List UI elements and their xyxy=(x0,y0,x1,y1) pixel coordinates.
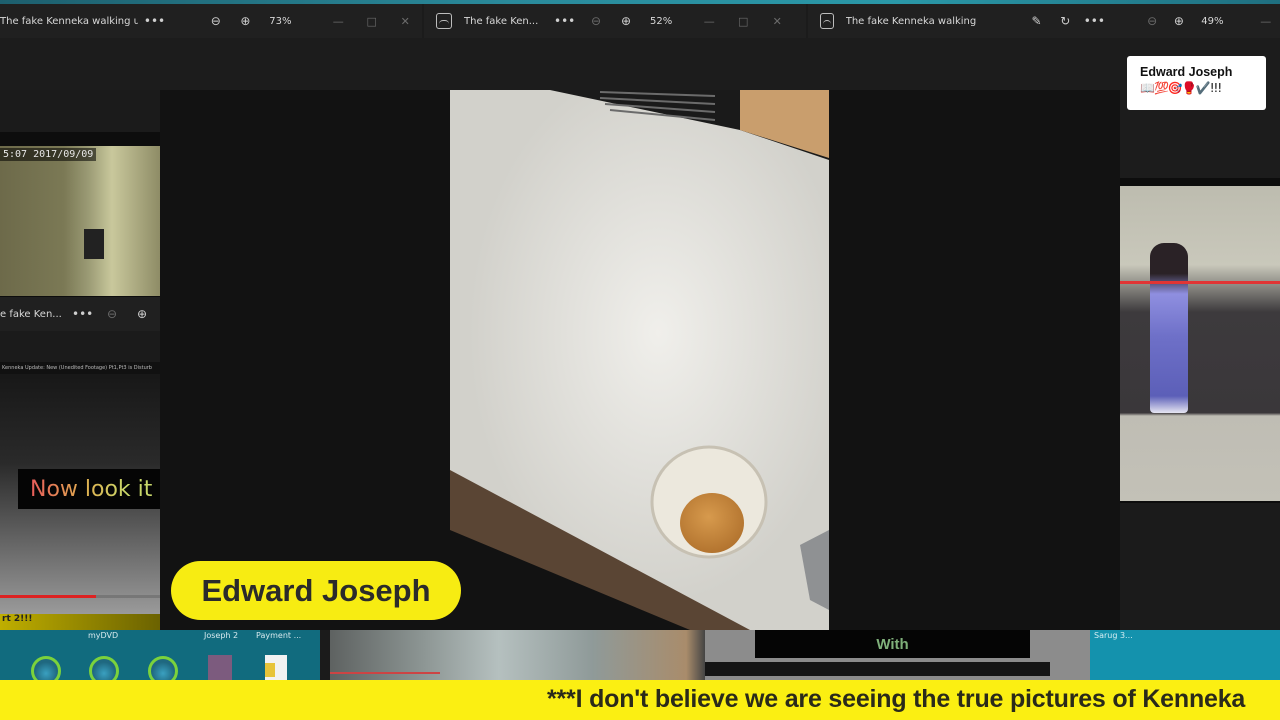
red-guide-line xyxy=(1120,281,1280,284)
hallway-image xyxy=(1120,186,1280,501)
more-options-icon[interactable]: ••• xyxy=(72,307,93,321)
desktop-label: myDVD xyxy=(88,631,119,640)
video-title: Kenneka Update: New (Unedited Footage) P… xyxy=(0,362,160,374)
photos-app-icon xyxy=(436,13,452,29)
zoom-in-icon[interactable]: ⊕ xyxy=(1170,14,1187,28)
zoom-in-icon[interactable]: ⊕ xyxy=(236,14,256,28)
rotate-icon[interactable]: ↻ xyxy=(1057,14,1074,28)
photo-viewer-titlebar-1[interactable]: The fake Kenneka walking u... ••• ⊖ ⊕ 73… xyxy=(0,4,422,38)
name-overlay-pill: Edward Joseph xyxy=(171,561,461,620)
viewer-title: The fake Kenneka walking u... xyxy=(0,15,138,27)
maximize-button[interactable]: □ xyxy=(355,15,388,28)
photo-viewer-titlebar-3[interactable]: The fake Kenneka walking t... ✎ ↻ ••• ⊖ … xyxy=(808,4,1280,38)
ticker-text: ***I don't believe we are seeing the tru… xyxy=(547,685,1246,713)
zoom-out-icon[interactable]: ⊖ xyxy=(1144,14,1161,28)
maximize-button[interactable]: □ xyxy=(726,15,760,28)
edit-image-icon[interactable]: ✎ xyxy=(1028,14,1045,28)
more-options-icon[interactable]: ••• xyxy=(144,14,165,28)
desktop-label: Joseph 2 xyxy=(204,631,239,640)
caption-video-thumbnail[interactable]: With xyxy=(705,630,1090,680)
part-label: rt 2!!! xyxy=(0,614,160,630)
zoom-level: 49% xyxy=(1201,15,1224,27)
zoom-in-icon[interactable]: ⊕ xyxy=(132,307,152,321)
desktop-label: Sarug 3... xyxy=(1094,631,1133,640)
main-photo-cookie-on-counter xyxy=(450,90,829,630)
zoom-out-icon[interactable]: ⊖ xyxy=(102,307,122,321)
minimize-button[interactable]: — xyxy=(1251,15,1280,28)
photo-viewer-titlebar-2[interactable]: The fake Ken... ••• ⊖ ⊕ 52% — □ ✕ xyxy=(424,4,806,38)
photos-app-icon xyxy=(820,13,834,29)
name-card: Edward Joseph 📖💯🎯🥊✔️!!! xyxy=(1127,56,1266,110)
zoom-in-icon[interactable]: ⊕ xyxy=(616,14,636,28)
more-options-icon[interactable]: ••• xyxy=(1084,14,1105,28)
viewer-title: e fake Ken... xyxy=(0,308,62,320)
photo-viewer-titlebar-left[interactable]: e fake Ken... ••• ⊖ ⊕ xyxy=(0,297,160,331)
document-file-icon[interactable] xyxy=(265,655,287,681)
desktop-label: Payment ... xyxy=(256,631,302,640)
name-card-name: Edward Joseph xyxy=(1140,65,1233,79)
cctv-hallway-image xyxy=(0,146,160,296)
minimize-button[interactable]: — xyxy=(322,15,355,28)
viewer-title: The fake Ken... xyxy=(464,15,539,27)
viewer-backdrop xyxy=(0,38,1280,90)
cookie xyxy=(680,493,744,553)
viewer-title: The fake Kenneka walking t... xyxy=(845,15,979,27)
minimize-button[interactable]: — xyxy=(692,15,726,28)
name-card-emojis: 📖💯🎯🥊✔️!!! xyxy=(1140,81,1222,95)
cctv-timestamp: 5:07 2017/09/09 xyxy=(0,148,97,161)
video-thumbnail[interactable]: Kenneka Update: New (Unedited Footage) P… xyxy=(0,362,160,614)
hallway-video-thumbnail[interactable] xyxy=(330,630,705,680)
video-progress-fill xyxy=(0,595,96,598)
zoom-level: 73% xyxy=(269,15,292,27)
video-caption: Now look it xyxy=(30,476,153,502)
desktop-right-area: Sarug 3... xyxy=(1090,630,1280,680)
walking-person xyxy=(1150,243,1188,413)
zoom-level: 52% xyxy=(650,15,673,27)
cctv-thumbnail[interactable]: 5:07 2017/09/09 xyxy=(0,132,160,297)
name-overlay-text: Edward Joseph xyxy=(201,572,431,608)
video-progress-bar[interactable] xyxy=(0,595,160,598)
video-caption-box: Now look it xyxy=(18,469,160,509)
more-options-icon[interactable]: ••• xyxy=(554,14,575,28)
cctv-walking-thumbnail[interactable] xyxy=(1120,178,1280,503)
video-control-strip xyxy=(705,662,1050,676)
close-button[interactable]: ✕ xyxy=(389,15,422,28)
desktop-icons-area: myDVD Joseph 2 Payment ... xyxy=(0,630,320,686)
zoom-out-icon[interactable]: ⊖ xyxy=(586,14,606,28)
zoom-out-icon[interactable]: ⊖ xyxy=(206,14,226,28)
image-file-icon[interactable] xyxy=(208,655,232,681)
close-button[interactable]: ✕ xyxy=(760,15,794,28)
cctv-door xyxy=(84,229,104,259)
video-progress-bar[interactable] xyxy=(330,672,440,674)
news-ticker: ***I don't believe we are seeing the tru… xyxy=(0,680,1280,720)
video-caption: With xyxy=(876,635,909,653)
